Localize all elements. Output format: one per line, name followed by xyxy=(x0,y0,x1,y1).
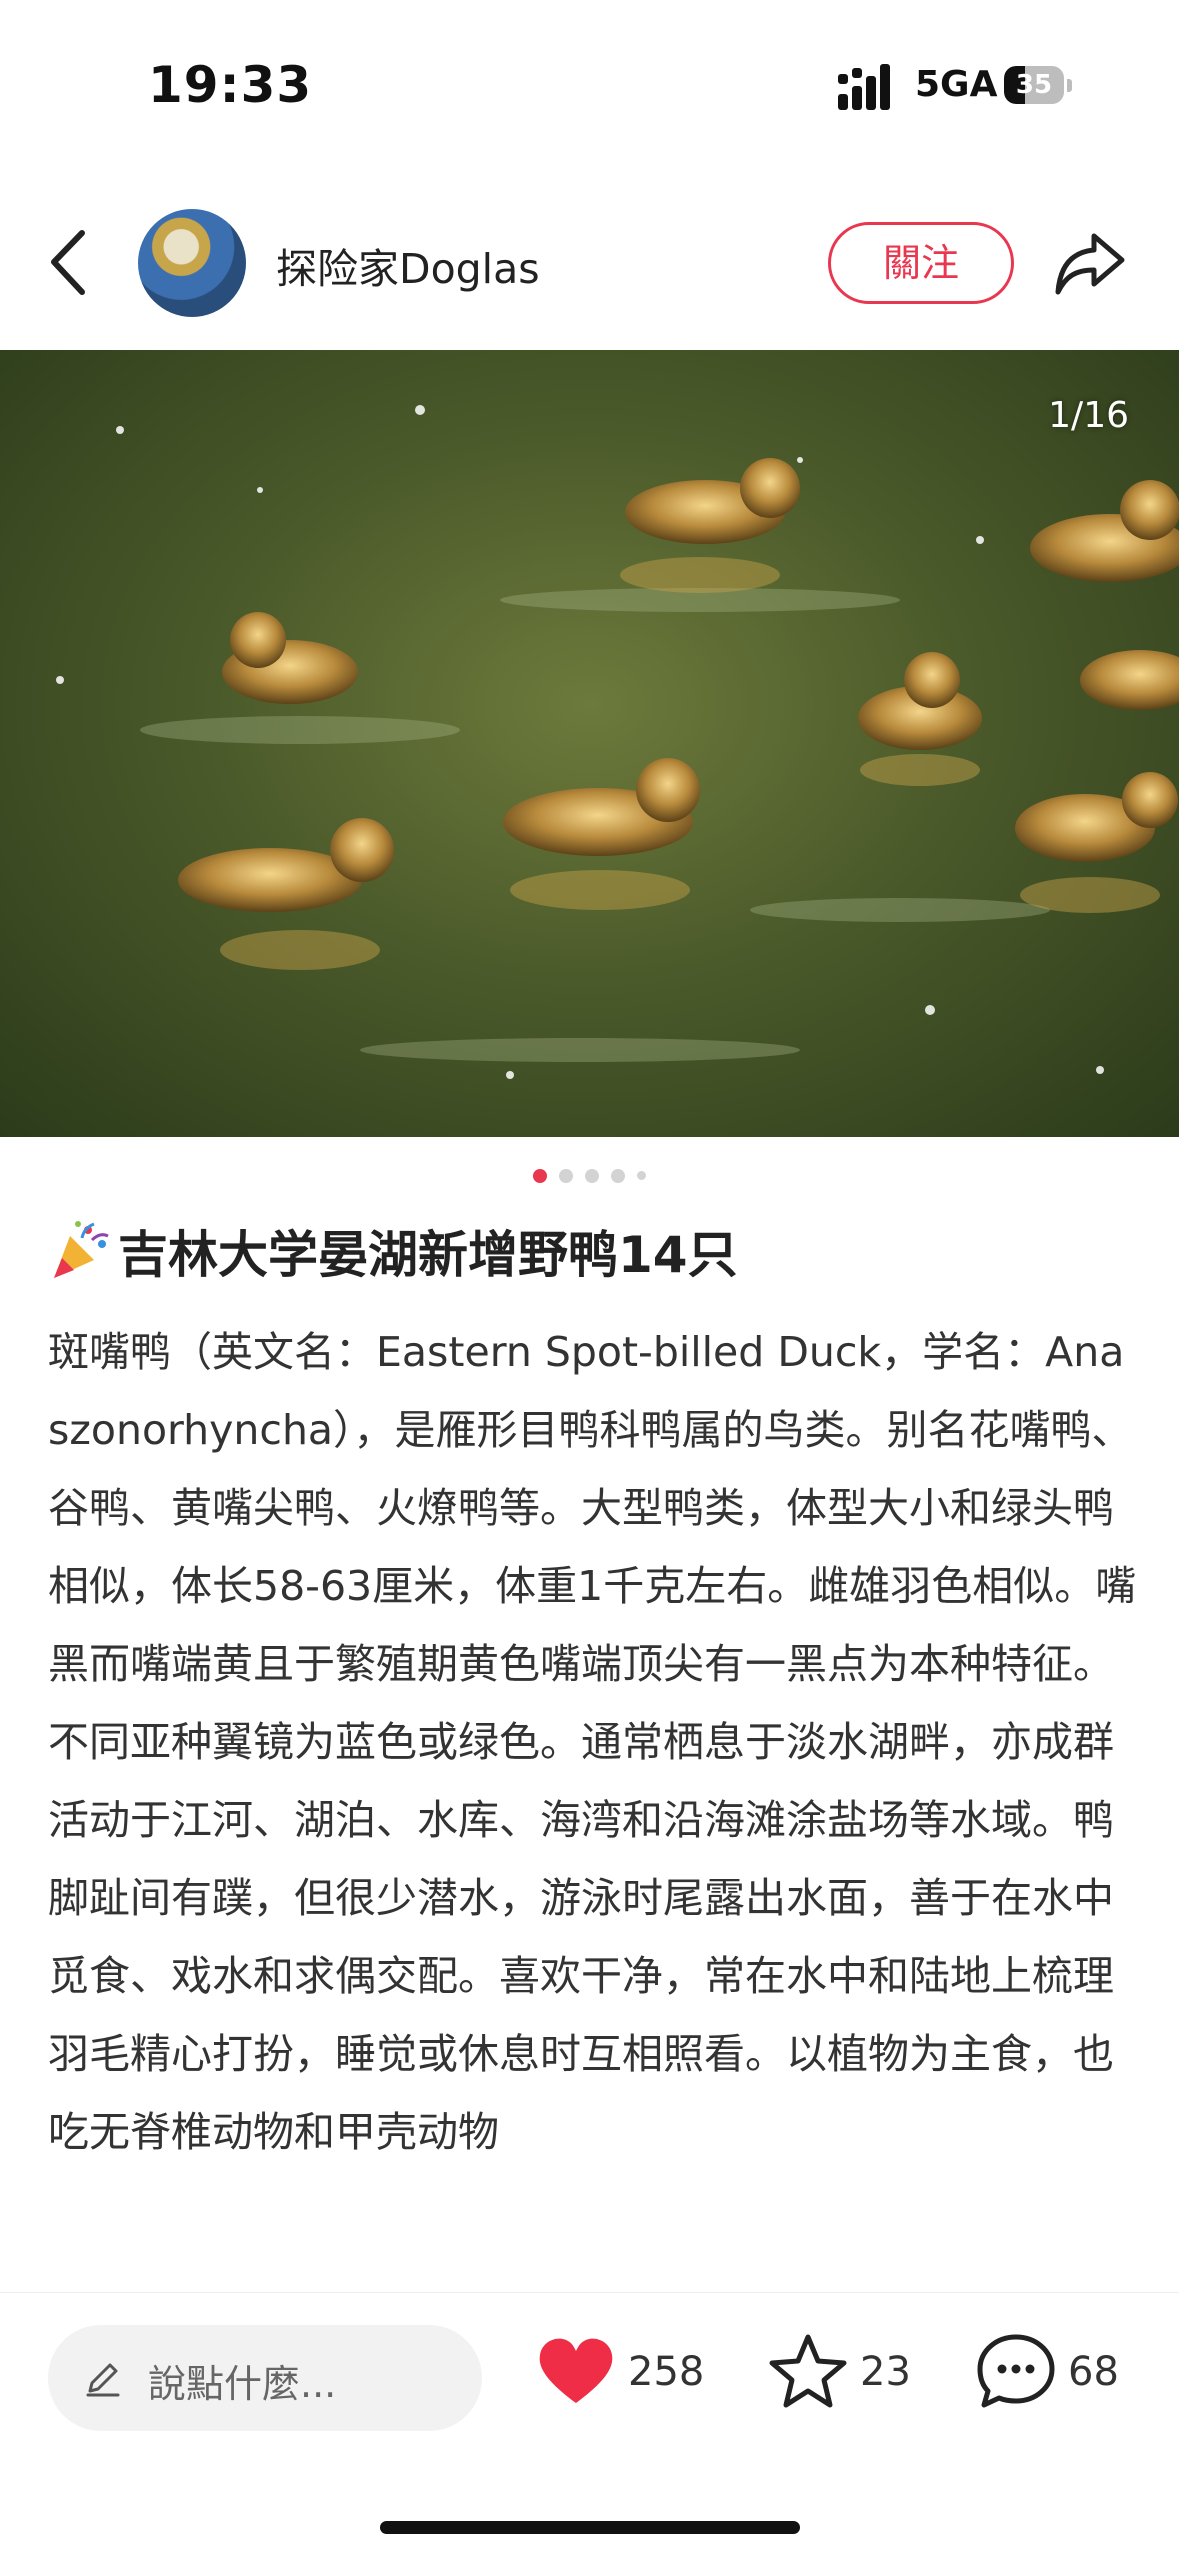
post-header: 探险家Doglas 關注 xyxy=(0,195,1179,350)
bottom-action-bar: 說點什麼... 258 23 68 xyxy=(0,2292,1179,2557)
back-icon[interactable] xyxy=(40,225,100,300)
post-body: 斑嘴鸭（英文名：Eastern Spot-billed Duck，学名：Anas… xyxy=(48,1328,1137,2156)
battery-level: 35 xyxy=(1015,70,1053,100)
party-popper-icon xyxy=(54,1221,109,1278)
carousel-dot-active[interactable] xyxy=(533,1168,547,1183)
status-bar: 19:33 5GA 35 xyxy=(0,0,1179,170)
carousel-dot[interactable] xyxy=(611,1168,625,1183)
follow-button[interactable]: 關注 xyxy=(828,222,1014,304)
network-label: 5GA xyxy=(915,64,998,105)
post-title-text: 吉林大学晏湖新增野鸭14只 xyxy=(118,1226,738,1284)
pen-icon xyxy=(86,2363,120,2397)
carousel-dot[interactable] xyxy=(585,1168,599,1183)
heart-icon xyxy=(539,2338,613,2403)
home-indicator xyxy=(380,2521,800,2534)
comment-placeholder: 說點什麼... xyxy=(148,2362,337,2406)
post-photo[interactable]: 1/16 xyxy=(0,350,1179,1137)
comment-count: 68 xyxy=(1068,2349,1119,2395)
star-icon xyxy=(769,2334,847,2408)
author-name[interactable]: 探险家Doglas xyxy=(276,235,540,295)
signal-icon xyxy=(838,64,890,110)
carousel-dot[interactable] xyxy=(637,1171,646,1180)
carousel-dots xyxy=(0,1165,1179,1185)
post-title: 吉林大学晏湖新增野鸭14只 xyxy=(48,1218,1138,1291)
comment-input[interactable]: 說點什麼... xyxy=(48,2325,482,2431)
status-time: 19:33 xyxy=(148,56,313,114)
ducklings-image xyxy=(56,405,1179,1079)
comment-icon xyxy=(977,2334,1055,2408)
share-icon[interactable] xyxy=(1054,230,1126,296)
like-count: 258 xyxy=(628,2349,705,2395)
battery-icon: 35 xyxy=(1004,66,1074,106)
image-counter: 1/16 xyxy=(1048,395,1129,436)
avatar[interactable] xyxy=(138,209,246,317)
favorite-count: 23 xyxy=(860,2349,911,2395)
carousel-dot[interactable] xyxy=(559,1168,573,1183)
